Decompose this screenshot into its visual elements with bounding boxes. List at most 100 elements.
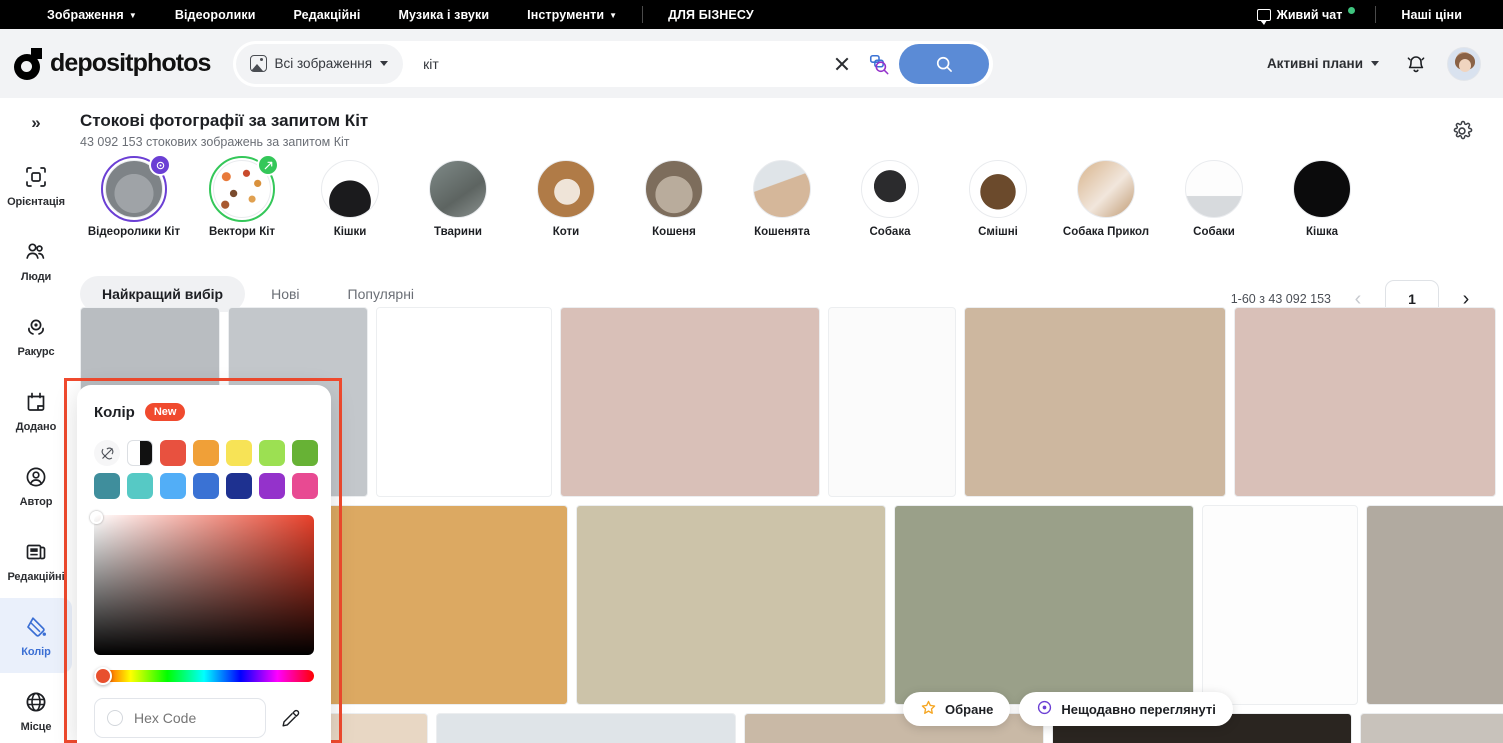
category-item[interactable]: Собака [836, 160, 944, 238]
pricing-link[interactable]: Наші ціни [1382, 8, 1481, 22]
color-swatch-teal[interactable] [94, 473, 120, 499]
color-swatch-green[interactable] [292, 440, 318, 466]
top-nav-right: Живий чат Наші ціни [1243, 6, 1503, 25]
hue-slider[interactable] [94, 667, 314, 685]
top-nav-videos[interactable]: Відеоролики [156, 8, 275, 22]
category-item[interactable]: Смішні [944, 160, 1052, 238]
grid-tile-18[interactable] [1360, 713, 1503, 743]
favorites-label: Обране [945, 701, 994, 717]
color-swatch-yellow[interactable] [226, 440, 252, 466]
logo[interactable]: depositphotos [14, 47, 211, 80]
recently-viewed-label: Нещодавно переглянуті [1061, 701, 1216, 717]
sidebar-item-people[interactable]: Люди [0, 223, 72, 298]
hex-code-field[interactable] [94, 698, 266, 738]
saturation-value-picker[interactable] [90, 511, 314, 655]
grid-tile-11[interactable] [894, 505, 1194, 705]
category-label: Кішки [333, 226, 367, 238]
new-badge: New [144, 403, 186, 421]
grid-tile-15[interactable] [436, 713, 736, 743]
color-swatch-purple[interactable] [259, 473, 285, 499]
user-avatar-button[interactable] [1443, 43, 1485, 85]
category-label: Коти [552, 226, 580, 238]
sidebar-item-author[interactable]: Автор [0, 448, 72, 523]
color-swatch-no-color[interactable] [94, 440, 120, 466]
favorites-button[interactable]: Обране [903, 692, 1011, 726]
sidebar-expand-button[interactable]: » [0, 98, 72, 148]
sidebar-item-label: Колір [21, 645, 51, 658]
category-item[interactable]: Тварини [404, 160, 512, 238]
calendar-icon [23, 389, 49, 415]
category-item[interactable]: Кішка [1268, 160, 1376, 238]
angle-icon [23, 314, 49, 340]
sidebar-item-place[interactable]: Місце [0, 673, 72, 743]
category-item[interactable]: Кошенята [728, 160, 836, 238]
active-plans-dropdown[interactable]: Активні плани [1257, 56, 1389, 71]
grid-tile-10[interactable] [576, 505, 886, 705]
color-swatch-pink[interactable] [292, 473, 318, 499]
color-swatch-light-green[interactable] [259, 440, 285, 466]
color-swatch-red[interactable] [160, 440, 186, 466]
category-item[interactable]: Вектори Кіт [188, 154, 296, 238]
hue-slider-handle[interactable] [94, 667, 112, 685]
color-swatch-light-blue[interactable] [160, 473, 186, 499]
color-swatch-turquoise[interactable] [127, 473, 153, 499]
category-item[interactable]: Кішки [296, 160, 404, 238]
sidebar-item-angle[interactable]: Ракурс [0, 298, 72, 373]
grid-tile-3[interactable] [376, 307, 552, 497]
color-swatch-black-white[interactable] [127, 440, 153, 466]
sidebar-item-editorial[interactable]: Редакційні [0, 523, 72, 598]
recently-viewed-button[interactable]: Нещодавно переглянуті [1019, 692, 1233, 726]
sidebar-item-color[interactable]: Колір [0, 598, 72, 673]
search-category-dropdown[interactable]: Всі зображення [235, 43, 404, 84]
category-label: Кошеня [652, 226, 696, 238]
category-label: Кішка [1306, 226, 1338, 238]
category-item[interactable]: Коти [512, 160, 620, 238]
hex-code-row [94, 698, 314, 738]
top-nav-videos-label: Відеоролики [174, 7, 256, 22]
avatar [1447, 46, 1481, 81]
current-page-value: 1 [1408, 291, 1416, 307]
color-swatch-blue[interactable] [193, 473, 219, 499]
gear-icon [1453, 120, 1473, 140]
search-button[interactable] [898, 43, 989, 84]
top-nav-editorial[interactable]: Редакційні [275, 8, 380, 22]
video-badge-icon [149, 154, 171, 176]
eyedropper-icon[interactable] [278, 706, 302, 730]
top-nav-music[interactable]: Музика і звуки [380, 8, 509, 22]
category-item[interactable]: Собака Прикол [1052, 160, 1160, 238]
category-item[interactable]: Відеоролики Кіт [80, 154, 188, 238]
color-swatch-orange[interactable] [193, 440, 219, 466]
divider [1375, 6, 1377, 23]
sidebar-item-orientation[interactable]: Орієнтація [0, 148, 72, 223]
search-input[interactable] [403, 55, 825, 72]
grid-tile-12[interactable] [1202, 505, 1358, 705]
live-chat-button[interactable]: Живий чат [1243, 7, 1370, 25]
grid-tile-7[interactable] [1234, 307, 1496, 497]
sv-picker-handle[interactable] [90, 511, 103, 524]
grid-tile-4[interactable] [560, 307, 820, 497]
color-swatch-navy[interactable] [226, 473, 252, 499]
category-item[interactable]: Кошеня [620, 160, 728, 238]
grid-tile-13[interactable] [1366, 505, 1503, 705]
top-nav-images[interactable]: Зображення ▼ [28, 8, 156, 22]
grid-tile-5[interactable] [828, 307, 956, 497]
chevron-down-icon [380, 61, 389, 66]
hex-code-input[interactable] [134, 710, 244, 726]
sidebar-item-label: Люди [20, 270, 52, 283]
notifications-button[interactable] [1395, 43, 1437, 85]
tab-label: Найкращий вибір [102, 286, 224, 302]
divider [642, 6, 644, 23]
sidebar-item-added[interactable]: Додано [0, 373, 72, 448]
top-nav-tools[interactable]: Інструменти ▼ [508, 8, 636, 22]
pricing-label: Наші ціни [1401, 7, 1462, 22]
chevron-down-icon: ▼ [128, 10, 137, 20]
category-label: Собака [869, 226, 911, 238]
clear-search-button[interactable] [825, 47, 859, 81]
reverse-image-search-button[interactable] [859, 44, 899, 84]
category-item[interactable]: Собаки [1160, 160, 1268, 238]
top-navigation-bar: Зображення ▼ Відеоролики Редакційні Музи… [0, 0, 1503, 29]
settings-button[interactable] [1451, 120, 1473, 147]
chevron-down-icon: ▼ [609, 10, 618, 20]
top-nav-business[interactable]: ДЛЯ БІЗНЕСУ [649, 8, 773, 22]
grid-tile-6[interactable] [964, 307, 1226, 497]
